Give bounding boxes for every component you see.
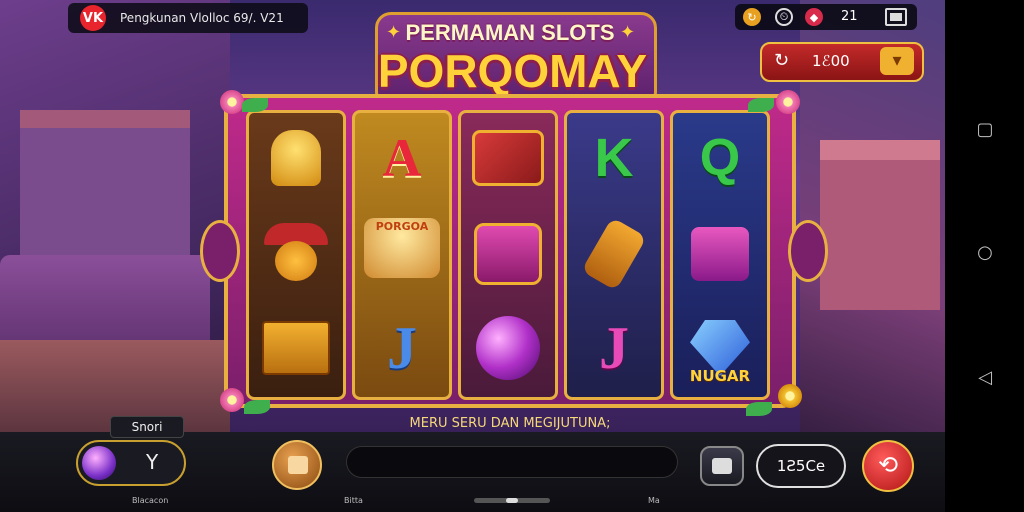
spin-button[interactable]: ⟲	[862, 440, 914, 492]
left-select-button[interactable]: Y	[76, 440, 186, 486]
reel-3	[458, 110, 558, 400]
star-icon: ✦	[620, 22, 636, 43]
frame-side-ornament-right	[788, 220, 828, 282]
letter-a-icon: A	[382, 128, 422, 188]
balance-panel[interactable]: ↻ 1ℰ00 ▾	[760, 42, 924, 82]
flower-icon	[778, 384, 802, 408]
flower-icon	[776, 90, 800, 114]
app-logo-icon: VK	[80, 5, 106, 31]
chevron-down-icon[interactable]: ▾	[880, 47, 914, 75]
message-bar	[346, 446, 678, 478]
background-house-right	[820, 140, 940, 310]
bag-icon	[288, 456, 308, 474]
gold-box-icon	[257, 309, 335, 387]
golden-chest-icon	[469, 119, 547, 197]
pink-creature-box-icon	[681, 215, 759, 293]
left-select-value: Y	[146, 450, 159, 474]
golden-idol-icon	[257, 119, 335, 197]
left-tag-label: Snori	[110, 416, 184, 438]
flower-icon	[220, 388, 244, 412]
reel-5: Q NUGAR	[670, 110, 770, 400]
letter-k-icon: K	[594, 128, 634, 188]
reel-4: K J	[564, 110, 664, 400]
bet-value-display[interactable]: 1Ƨ5Ce	[756, 444, 846, 488]
bag-button[interactable]	[272, 440, 322, 490]
treasure-cake-icon: PORGOA	[363, 209, 441, 287]
purple-orb-icon	[469, 309, 547, 387]
pink-pouch-icon	[469, 215, 547, 293]
leaf-icon	[748, 98, 774, 112]
frame-side-ornament-left	[200, 220, 240, 282]
recent-apps-icon[interactable]: ▢	[976, 121, 994, 139]
right-control-label: Ma	[648, 496, 660, 505]
gem-icon[interactable]: ◆	[805, 8, 823, 26]
leaf-icon	[746, 402, 772, 416]
status-bar: VK Pengkunan Vlolloc 69/. V21	[68, 3, 308, 33]
home-icon[interactable]: ○	[976, 244, 994, 262]
back-icon[interactable]: ◁	[976, 369, 994, 387]
hud-count: 21	[841, 9, 858, 24]
camera-button[interactable]	[700, 446, 744, 486]
letter-j-icon: J	[387, 314, 417, 381]
balance-value: 1ℰ00	[812, 52, 850, 70]
letter-j-icon: J	[599, 314, 629, 381]
window-icon[interactable]	[885, 8, 907, 26]
camera-icon	[712, 458, 732, 474]
red-hat-character-icon	[257, 215, 335, 293]
background-house-left	[20, 110, 190, 278]
leaf-icon	[242, 98, 268, 112]
refresh-icon[interactable]: ↻	[743, 8, 761, 26]
blue-gem-icon: NUGAR	[681, 309, 759, 387]
reel-2: A PORGOA J	[352, 110, 452, 400]
mid-control-label: Bitta	[344, 496, 363, 505]
clock-icon[interactable]: ⏲	[775, 8, 793, 26]
status-text: Pengkunan Vlolloc 69/. V21	[120, 11, 284, 25]
letter-q-icon: Q	[699, 129, 741, 187]
scroll-indicator[interactable]	[474, 498, 550, 503]
game-title-line2: PORQOMAY	[377, 45, 648, 97]
star-icon: ✦	[386, 22, 402, 43]
top-hud: ↻ ⏲ ◆ 21	[735, 4, 917, 30]
reels-area[interactable]: A PORGOA J K J Q NUGAR	[246, 110, 776, 400]
reel-1	[246, 110, 346, 400]
gem-icon	[82, 446, 116, 480]
refresh-icon[interactable]: ↻	[774, 50, 789, 71]
leaf-icon	[244, 400, 270, 414]
flower-icon	[220, 90, 244, 114]
left-control-label: Blacacon	[132, 496, 169, 505]
golden-scroll-icon	[575, 215, 653, 293]
